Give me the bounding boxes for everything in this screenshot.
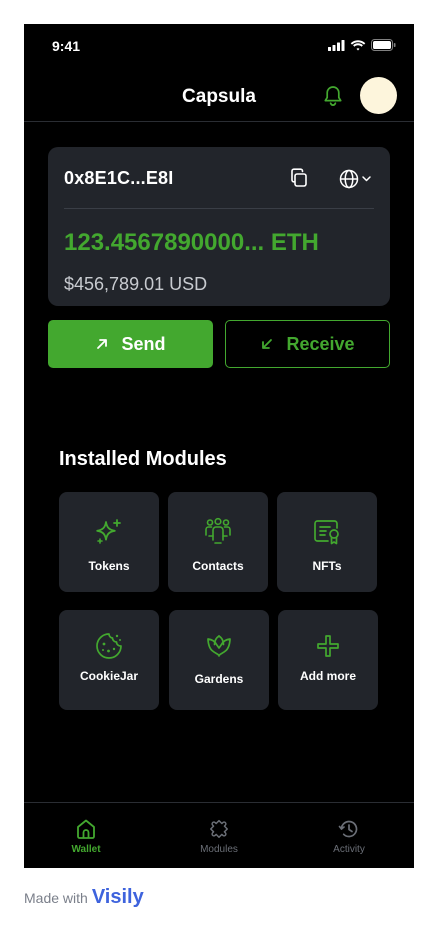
send-button-label: Send: [121, 333, 166, 354]
sparkles-icon: [96, 519, 121, 544]
made-with-footer[interactable]: Made with Visily: [24, 886, 144, 909]
module-cookiejar[interactable]: CookieJar: [59, 610, 159, 710]
visily-logo: Visily: [91, 886, 144, 908]
module-add-more[interactable]: Add more: [278, 610, 378, 710]
status-icons: [328, 39, 396, 51]
card-divider: [64, 208, 374, 209]
wallet-card: 0x8E1C...E8I 123.4567890000... ETH $456,…: [48, 147, 390, 306]
phone-screen: 9:41 Capsula 0x8E1C...E8I 123.4567890000…: [24, 24, 414, 868]
wifi-icon: [350, 39, 366, 50]
made-with-text: Made with: [24, 889, 88, 906]
send-button[interactable]: Send: [48, 320, 213, 368]
tab-modules[interactable]: Modules: [159, 803, 279, 868]
bell-icon[interactable]: [322, 84, 344, 108]
tab-label: Modules: [200, 844, 238, 855]
module-nfts[interactable]: NFTs: [277, 492, 377, 592]
app-header: Capsula: [24, 68, 414, 122]
receive-button-label: Receive: [286, 333, 355, 354]
tab-wallet[interactable]: Wallet: [26, 803, 146, 868]
arrow-down-left-icon: [262, 339, 273, 349]
usd-balance: $456,789.01 USD: [64, 274, 208, 294]
module-label: Contacts: [192, 559, 244, 573]
tab-bar: Wallet Modules Activity: [24, 802, 414, 868]
module-gardens[interactable]: Gardens: [169, 610, 269, 710]
page-title: Capsula: [182, 86, 256, 107]
battery-icon: [371, 39, 396, 51]
status-bar: 9:41: [24, 24, 414, 68]
copy-icon[interactable]: [288, 167, 310, 189]
tulip-icon: [207, 635, 231, 657]
tab-label: Wallet: [71, 844, 101, 855]
module-contacts[interactable]: Contacts: [168, 492, 268, 592]
tab-activity[interactable]: Activity: [289, 803, 409, 868]
globe-icon[interactable]: [338, 168, 378, 190]
module-tokens[interactable]: Tokens: [59, 492, 159, 592]
arrow-up-right-icon: [97, 339, 108, 349]
plus-icon: [317, 635, 339, 657]
module-label: CookieJar: [79, 669, 139, 683]
modules-title: Installed Modules: [59, 448, 227, 470]
tab-label: Activity: [333, 844, 365, 855]
module-label: Add more: [299, 669, 356, 683]
module-label: Gardens: [194, 672, 244, 686]
signal-icon: [328, 39, 345, 51]
module-label: Tokens: [88, 559, 130, 573]
receive-button[interactable]: Receive: [225, 320, 390, 368]
history-icon: [338, 820, 358, 838]
wallet-address: 0x8E1C...E8I: [64, 168, 174, 188]
cookie-icon: [96, 633, 122, 659]
status-time: 9:41: [52, 38, 81, 54]
avatar[interactable]: [360, 77, 397, 114]
certificate-icon: [314, 520, 339, 545]
home-icon: [77, 819, 95, 839]
users-icon: [205, 517, 231, 544]
eth-balance: 123.4567890000... ETH: [64, 229, 319, 256]
puzzle-icon: [210, 819, 228, 838]
module-label: NFTs: [312, 559, 342, 573]
